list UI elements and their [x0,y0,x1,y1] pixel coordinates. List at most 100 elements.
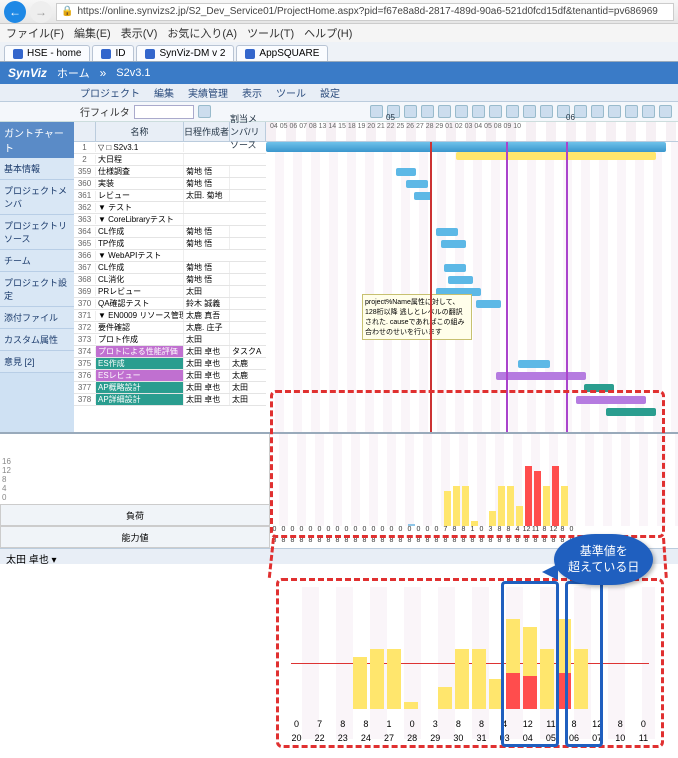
load-left-blank: 1612840 [0,434,270,504]
menu-file[interactable]: ファイル(F) [6,25,64,41]
tool-icon[interactable] [489,105,502,118]
table-row[interactable]: 362 ▼ テスト [74,202,266,214]
appmenu-view[interactable]: 表示 [242,85,262,100]
tab-synviz[interactable]: SynViz-DM v 2 [136,45,234,61]
tool-icon[interactable] [574,105,587,118]
tool-icon[interactable] [523,105,536,118]
appmenu-project[interactable]: プロジェクト [80,85,140,100]
back-button[interactable]: ← [4,1,26,23]
menu-fav[interactable]: お気に入り(A) [167,25,237,41]
filter-go-icon[interactable] [198,105,211,118]
crumb-home[interactable]: ホーム [57,65,90,81]
load-bar [444,491,451,526]
leftnav-item[interactable]: 添付ファイル [0,307,74,329]
load-bar [534,471,541,526]
table-row[interactable]: 370 QA確認テスト鈴木 誠義 [74,298,266,310]
table-row[interactable]: 373 プロト作成太田 [74,334,266,346]
tool-icon[interactable] [642,105,655,118]
table-row[interactable]: 365 TP作成菊地 悟 [74,238,266,250]
table-row[interactable]: 363 ▼ CoreLibraryテスト [74,214,266,226]
table-row[interactable]: 376 ESレビュー太田 卓也太鹿 [74,370,266,382]
zoom-load-bar [353,657,367,710]
task-bar[interactable] [444,264,466,272]
table-row[interactable]: 375 ES作成太田 卓也太鹿 [74,358,266,370]
appmenu-tools[interactable]: ツール [276,85,306,100]
table-row[interactable]: 364 CL作成菊地 悟 [74,226,266,238]
leftnav-item[interactable]: チーム [0,250,74,272]
tool-icon[interactable] [370,105,383,118]
table-row[interactable]: 377 AP概略設計太田 卓也太田 [74,382,266,394]
forward-button[interactable]: → [30,1,52,23]
table-row[interactable]: 359 仕様調査菊地 悟 [74,166,266,178]
col-name[interactable]: 名称 [96,122,184,141]
summary-bar[interactable] [266,142,666,152]
task-bar[interactable] [436,228,458,236]
tool-icon[interactable] [625,105,638,118]
tab-icon [101,49,111,59]
filter-input[interactable] [134,105,194,119]
table-row[interactable]: 2 大日程 [74,154,266,166]
menu-help[interactable]: ヘルプ(H) [304,25,352,41]
appmenu-progress[interactable]: 実績管理 [188,85,228,100]
zoom-load-bar [370,649,384,709]
tool-icon[interactable] [421,105,434,118]
task-bar[interactable] [441,240,466,248]
task-bar[interactable] [576,396,646,404]
load-bar [408,524,415,526]
table-row[interactable]: 368 CL消化菊地 悟 [74,274,266,286]
task-bar[interactable] [448,276,473,284]
task-bar[interactable] [476,300,501,308]
appmenu-settings[interactable]: 設定 [320,85,340,100]
tool-icon[interactable] [455,105,468,118]
grid-header: 名称 日程作成者 割当メンバ/リソース 04 05 06 07 08 13 14… [74,122,678,142]
leftnav-item[interactable]: カスタム属性 [0,329,74,351]
leftnav-item[interactable]: プロジェクト設定 [0,272,74,307]
timeline-header[interactable]: 04 05 06 07 08 13 14 15 18 19 20 21 22 2… [266,122,678,141]
table-row[interactable]: 361 レビュー太田. 菊地 [74,190,266,202]
table-row[interactable]: 372 要件確認太鹿. 庄子 [74,322,266,334]
col-owner[interactable]: 日程作成者 [184,122,230,141]
task-bar[interactable] [396,168,416,176]
table-row[interactable]: 366 ▼ WebAPIテスト [74,250,266,262]
task-bar[interactable] [606,408,656,416]
tool-icon[interactable] [540,105,553,118]
table-row[interactable]: 1▽ □ S2v3.1 [74,142,266,154]
task-bar[interactable] [584,384,614,392]
leftnav-item[interactable]: 意見 [2] [0,351,74,373]
tab-hse[interactable]: HSE - home [4,45,90,61]
tool-icon[interactable] [472,105,485,118]
tool-icon[interactable] [506,105,519,118]
tool-icon[interactable] [404,105,417,118]
menu-view[interactable]: 表示(V) [121,25,158,41]
task-bar[interactable] [518,360,550,368]
leftnav-item[interactable]: プロジェクトメンバ [0,180,74,215]
crumb-project[interactable]: S2v3.1 [116,67,150,79]
address-bar[interactable]: 🔒 https://online.synvizs2.jp/S2_Dev_Serv… [56,3,674,21]
menu-edit[interactable]: 編集(E) [74,25,111,41]
table-row[interactable]: 360 実装菊地 悟 [74,178,266,190]
task-bar[interactable] [406,180,428,188]
table-row[interactable]: 371 ▼ EN0009 リソース管理 / 工数管理 強化(リソースグラフ実装見… [74,310,266,322]
table-row[interactable]: 378 AP詳細設計太田 卓也太田 [74,394,266,406]
leftnav-item[interactable]: 基本情報 [0,158,74,180]
task-bar[interactable] [496,372,586,380]
appmenu-edit[interactable]: 編集 [154,85,174,100]
gantt-chart[interactable]: project%Name属性に対して、128桁以降 逃しとレベルの翻訳された. … [266,142,678,432]
tab-appsq[interactable]: AppSQUARE [236,45,328,61]
leftnav-item[interactable]: プロジェクトリソース [0,215,74,250]
table-row[interactable]: 374 プロトによる性能評価太田 卓也タスクA [74,346,266,358]
summary-bar[interactable] [456,152,656,160]
tool-icon[interactable] [591,105,604,118]
load-bar [561,486,568,526]
tool-icon[interactable] [608,105,621,118]
table-row[interactable]: 369 PRレビュー太田 [74,286,266,298]
tab-id[interactable]: ID [92,45,134,61]
tool-icon[interactable] [659,105,672,118]
col-resource[interactable]: 割当メンバ/リソース [230,122,266,141]
load-chart[interactable]: 0000000000000000000788103884121181280 88… [270,434,678,548]
capacity-label: 能力値 [0,526,270,548]
menu-tools[interactable]: ツール(T) [247,25,294,41]
table-row[interactable]: 367 CL作成菊地 悟 [74,262,266,274]
col-id[interactable] [74,122,96,141]
tool-icon[interactable] [438,105,451,118]
